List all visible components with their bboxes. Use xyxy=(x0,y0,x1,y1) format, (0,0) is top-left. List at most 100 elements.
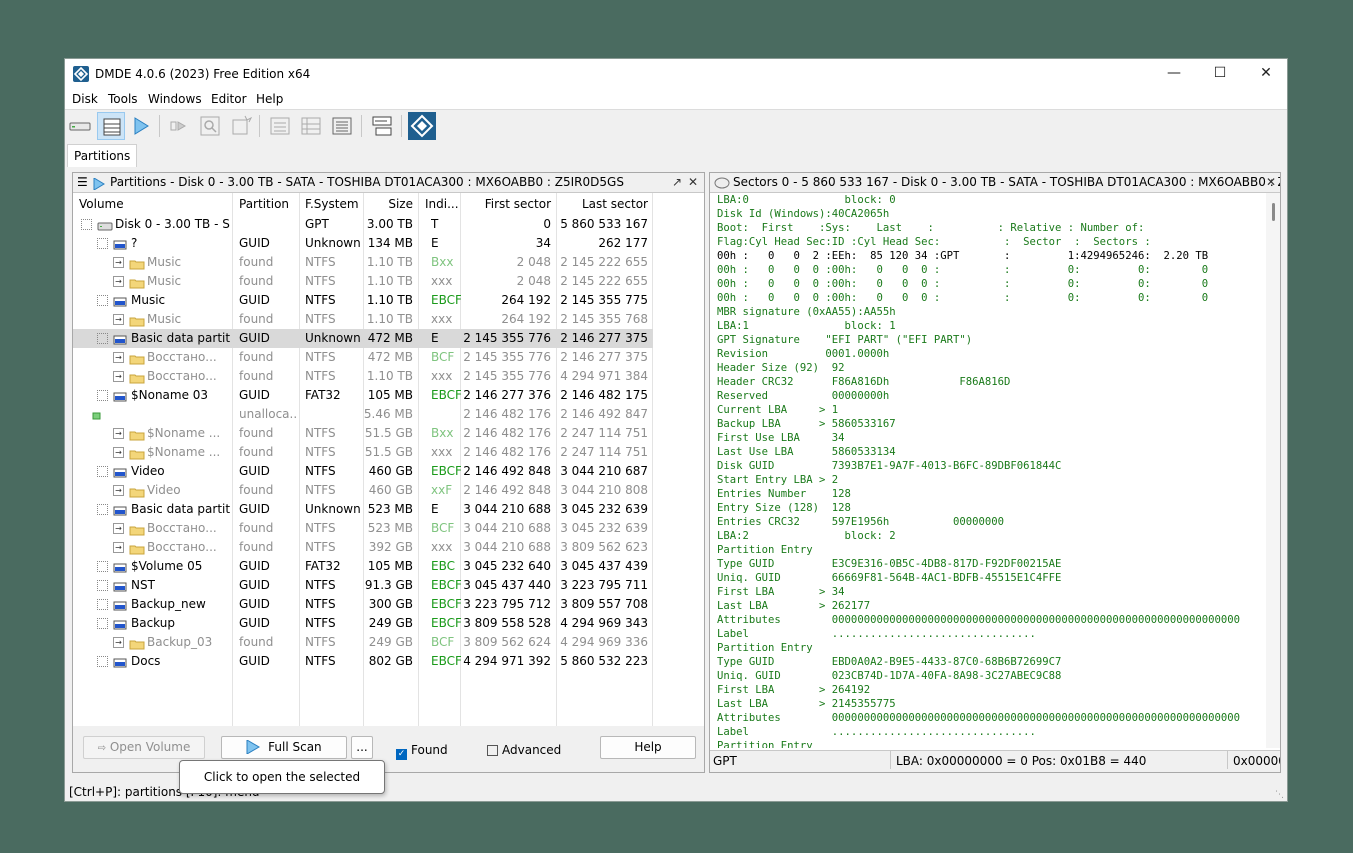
open-arrow-icon[interactable]: → xyxy=(113,523,124,534)
table-row[interactable]: → Music found NTFS 1.10 TB xxx 264 192 2 145 35… xyxy=(73,310,653,329)
view-hex-icon[interactable] xyxy=(328,112,356,140)
partitions-button[interactable] xyxy=(97,112,125,140)
table-row[interactable]: → Backup_03 found NTFS 249 GB BCF 3 809 562 62… xyxy=(73,633,653,652)
column-header-partition[interactable]: Partition xyxy=(239,193,289,215)
view-details-icon[interactable] xyxy=(297,112,325,140)
scrollbar-thumb[interactable] xyxy=(1272,203,1275,221)
open-arrow-icon[interactable]: → xyxy=(113,428,124,439)
tree-expander-icon[interactable] xyxy=(97,333,108,344)
open-arrow-icon[interactable]: → xyxy=(113,352,124,363)
tree-expander-icon[interactable] xyxy=(97,618,108,629)
menu-windows[interactable]: Windows xyxy=(148,92,202,106)
column-header-size[interactable]: Size xyxy=(363,193,413,215)
close-panel-icon[interactable]: ✕ xyxy=(688,173,698,192)
tree-expander-icon[interactable] xyxy=(97,295,108,306)
menu-help[interactable]: Help xyxy=(256,92,283,106)
column-header-last-sector[interactable]: Last sector xyxy=(557,193,648,215)
table-row[interactable]: Basic data partiti... GUID Unknown 472 MB E 2… xyxy=(73,329,653,348)
disk-select-button[interactable] xyxy=(66,112,94,140)
advanced-checkbox[interactable]: Advanced xyxy=(487,743,561,757)
panel-menu-icon[interactable]: ☰ xyxy=(77,173,88,192)
dmde-app-icon xyxy=(73,66,89,82)
close-button[interactable]: ✕ xyxy=(1243,59,1287,89)
tree-expander-icon[interactable] xyxy=(97,561,108,572)
open-arrow-icon[interactable]: → xyxy=(113,447,124,458)
recover-tool-icon[interactable] xyxy=(227,112,255,140)
tree-expander-icon[interactable] xyxy=(97,390,108,401)
sector-view[interactable]: LBA:0 block: 0 Disk Id (Windows):40CA2065… xyxy=(717,193,1262,748)
resize-grip-icon[interactable]: ⋱ xyxy=(1275,784,1284,801)
table-row[interactable]: Backup GUID NTFS 249 GB EBCF 3 809 558 528 4 2… xyxy=(73,614,653,633)
menu-editor[interactable]: Editor xyxy=(211,92,247,106)
panels-layout-icon[interactable] xyxy=(368,112,396,140)
indicators: BCF xyxy=(431,635,455,649)
found-checkbox[interactable]: ✓ Found xyxy=(396,743,448,760)
vertical-scrollbar[interactable] xyxy=(1266,193,1280,748)
table-row[interactable]: → Восстано... found NTFS 523 MB BCF 3 044 210 … xyxy=(73,519,653,538)
open-arrow-icon[interactable]: → xyxy=(113,485,124,496)
undock-icon[interactable]: ↗ xyxy=(672,173,682,192)
table-row[interactable]: Backup_new GUID NTFS 300 GB EBCF 3 223 795 71… xyxy=(73,595,653,614)
open-arrow-icon[interactable]: → xyxy=(113,276,124,287)
last-sector: 4 294 971 384 xyxy=(560,369,648,383)
sector-line: Partition Entry xyxy=(717,642,813,654)
volume-name: Backup xyxy=(131,616,175,630)
open-volume-button[interactable]: ⇨ Open Volume xyxy=(83,736,205,759)
open-arrow-icon[interactable]: → xyxy=(113,637,124,648)
tree-expander-icon[interactable] xyxy=(97,238,108,249)
menu-tools[interactable]: Tools xyxy=(108,92,138,106)
scan-options-button[interactable]: ... xyxy=(351,736,373,759)
full-scan-button[interactable]: Full Scan xyxy=(221,736,347,759)
column-header-volume[interactable]: Volume xyxy=(79,193,124,215)
open-arrow-icon[interactable]: → xyxy=(113,542,124,553)
open-volume-tool-icon[interactable] xyxy=(166,112,194,140)
title-bar[interactable]: DMDE 4.0.6 (2023) Free Edition x64 — ☐ ✕ xyxy=(65,59,1287,89)
tree-expander-icon[interactable] xyxy=(97,580,108,591)
table-row[interactable]: $Volume 05 GUID FAT32 105 MB EBC 3 045 232 64… xyxy=(73,557,653,576)
column-header-first-sector[interactable]: First sector xyxy=(461,193,551,215)
tree-expander-icon[interactable] xyxy=(81,219,92,230)
volume-name: Восстано... xyxy=(147,369,217,383)
table-row[interactable]: → Video found NTFS 460 GB xxF 2 146 492 848 3 0… xyxy=(73,481,653,500)
open-arrow-icon[interactable]: → xyxy=(113,314,124,325)
play-icon[interactable] xyxy=(127,112,155,140)
maximize-button[interactable]: ☐ xyxy=(1197,59,1243,89)
table-row[interactable]: Video GUID NTFS 460 GB EBCF 2 146 492 848 3 04… xyxy=(73,462,653,481)
tree-expander-icon[interactable] xyxy=(97,656,108,667)
table-row[interactable]: → Восстано... found NTFS 392 GB xxx 3 044 210 … xyxy=(73,538,653,557)
tree-expander-icon[interactable] xyxy=(97,466,108,477)
dmde-logo-icon[interactable] xyxy=(408,112,436,140)
help-button[interactable]: Help xyxy=(600,736,696,759)
column-header-indicators[interactable]: Indi... xyxy=(425,193,459,215)
tree-expander-icon[interactable] xyxy=(97,599,108,610)
table-row[interactable]: Music GUID NTFS 1.10 TB EBCF 264 192 2 145 355… xyxy=(73,291,653,310)
table-row[interactable]: → Восстано... found NTFS 472 MB BCF 2 145 355 … xyxy=(73,348,653,367)
last-sector: 2 145 222 655 xyxy=(560,274,648,288)
table-row[interactable]: → Music found NTFS 1.10 TB xxx 2 048 2 145 222 … xyxy=(73,272,653,291)
open-arrow-icon[interactable]: → xyxy=(113,371,124,382)
column-header-filesystem[interactable]: F.System xyxy=(305,193,359,215)
menu-disk[interactable]: Disk xyxy=(72,92,98,106)
table-row[interactable]: Docs GUID NTFS 802 GB EBCF 4 294 971 392 5 860… xyxy=(73,652,653,671)
search-tool-icon[interactable] xyxy=(196,112,224,140)
table-row[interactable]: Disk 0 - 3.00 TB - S... GPT 3.00 TB T 0 5 860… xyxy=(73,215,653,234)
close-panel-icon[interactable]: ✕ xyxy=(1266,173,1276,192)
table-row[interactable]: $Noname 03 GUID FAT32 105 MB EBCF 2 146 277 3… xyxy=(73,386,653,405)
table-row[interactable]: → Music found NTFS 1.10 TB Bxx 2 048 2 145 222 … xyxy=(73,253,653,272)
table-row[interactable]: ? GUID Unknown 134 MB E 34 262 177 xyxy=(73,234,653,253)
tree-expander-icon[interactable] xyxy=(97,504,108,515)
table-row[interactable]: → Восстано... found NTFS 1.10 TB xxx 2 145 355… xyxy=(73,367,653,386)
sector-line: 00h : 0 0 2 :EEh: 85 120 34 :GPT : 1:429… xyxy=(717,250,1209,262)
table-row[interactable]: → $Noname ... found NTFS 51.5 GB xxx 2 146 482… xyxy=(73,443,653,462)
table-row[interactable]: NST GUID NTFS 91.3 GB EBCF 3 045 437 440 3 223… xyxy=(73,576,653,595)
table-row[interactable]: → $Noname ... found NTFS 51.5 GB Bxx 2 146 482… xyxy=(73,424,653,443)
view-list-icon[interactable] xyxy=(266,112,294,140)
tab-partitions[interactable]: Partitions xyxy=(67,144,138,167)
indicators: EBC xyxy=(431,559,455,573)
open-volume-icon: ⇨ xyxy=(97,743,107,754)
table-row[interactable]: unalloca... 5.46 MB 2 146 482 176 2 146 492… xyxy=(73,405,653,424)
minimize-button[interactable]: — xyxy=(1151,59,1197,89)
table-row[interactable]: Basic data partiti... GUID Unknown 523 MB E 3… xyxy=(73,500,653,519)
partition-size: 523 MB xyxy=(367,521,413,535)
open-arrow-icon[interactable]: → xyxy=(113,257,124,268)
